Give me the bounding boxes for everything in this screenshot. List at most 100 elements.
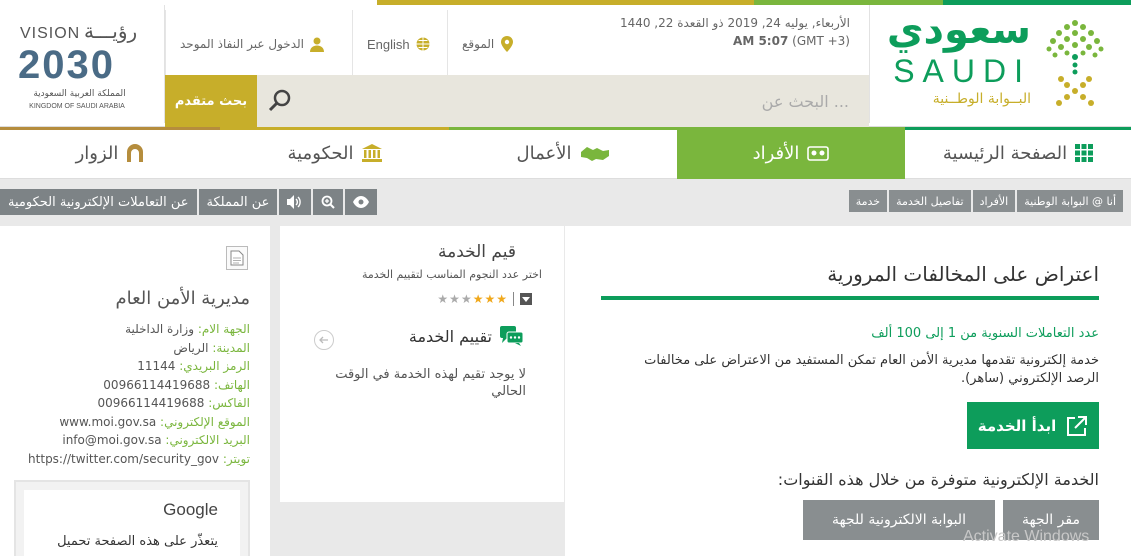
rating-panel: قيم الخدمة اختر عدد النجوم المناسب لتقيي…	[280, 226, 564, 502]
rating-subtitle: اختر عدد النجوم المناسب لتقييم الخدمة	[361, 268, 542, 281]
rating-heading: قيم الخدمة	[438, 242, 516, 262]
field-value: 00966114419688	[103, 377, 211, 392]
logo-latin: SAUDI	[893, 53, 1031, 89]
field-value: وزارة الداخلية	[125, 322, 194, 336]
agency-field: الهاتف: 00966114419688	[20, 376, 250, 395]
field-label: البريد الالكتروني:	[165, 433, 250, 447]
twitter-link[interactable]: https://twitter.com/security_gov	[28, 452, 219, 466]
saudi-portal-logo[interactable]: سعودي SAUDI البــوابة الوطــنية	[869, 5, 1131, 123]
language-link[interactable]: English	[352, 10, 444, 78]
advanced-search-button[interactable]: بحث متقدم	[165, 75, 257, 127]
government-building-icon	[361, 144, 382, 162]
time-text: AM 5:07 (GMT +3)	[560, 32, 850, 50]
vision-country-en: KINGDOM OF SAUDI ARABIA	[29, 103, 125, 110]
channels-heading: الخدمة الإلكترونية متوفرة من خلال هذه ال…	[777, 470, 1099, 489]
vision-2030-logo[interactable]: VISION رؤيـــة 2030 المملكة العربية السع…	[0, 5, 165, 123]
handshake-icon	[580, 147, 609, 161]
title-underline	[601, 296, 1099, 300]
rating-dropdown-button[interactable]	[520, 293, 532, 305]
caret-down-icon	[522, 296, 530, 302]
agency-field: الرمز البريدي: 11144	[20, 357, 250, 376]
star-filled-icon[interactable]: ★	[473, 292, 484, 306]
unified-login-link[interactable]: الدخول عبر النفاذ الموحد	[165, 10, 338, 78]
website-link[interactable]: www.moi.gov.sa	[59, 415, 156, 429]
globe-icon	[416, 37, 430, 51]
start-service-button[interactable]: ابدأ الخدمة	[967, 402, 1099, 449]
zoom-in-icon	[321, 195, 336, 209]
evaluation-header: تقييم الخدمة	[409, 326, 524, 346]
agency-field: الفاكس: 00966114419688	[20, 394, 251, 413]
breadcrumb-item[interactable]: الأفراد	[972, 190, 1016, 212]
search-bar: بحث متقدم	[165, 75, 869, 127]
rating-control: ★ ★ ★ ★ ★ ★	[437, 292, 532, 306]
read-aloud-button[interactable]	[279, 189, 312, 215]
field-label: تويتر:	[222, 451, 250, 466]
eye-icon	[353, 196, 370, 208]
vision-year: 2030	[18, 43, 115, 87]
logo-arabic: سعودي	[886, 7, 1031, 53]
zoom-in-button[interactable]	[313, 189, 344, 215]
service-title: اعتراض على المخالفات المرورية	[827, 262, 1099, 286]
agency-field: الجهة الام: وزارة الداخلية	[20, 320, 250, 339]
rating-separator	[513, 292, 514, 306]
agency-name: مديرية الأمن العام	[115, 288, 250, 309]
field-label: الرمز البريدي:	[179, 359, 250, 373]
annual-count: عدد التعاملات السنوية من 1 إلى 100 ألف	[871, 326, 1099, 341]
tab-home[interactable]: الصفحة الرئيسية	[905, 127, 1131, 179]
timezone-value: (GMT +3)	[792, 34, 850, 48]
agency-field: المدينة: الرياض	[20, 339, 250, 358]
location-label: الموقع	[462, 37, 495, 51]
star-filled-icon[interactable]: ★	[496, 292, 507, 306]
star-filled-icon[interactable]: ★	[484, 292, 495, 306]
arch-icon	[127, 144, 144, 162]
user-icon	[310, 37, 324, 52]
vision-arabic: رؤيـــة	[84, 19, 138, 43]
evaluation-heading: تقييم الخدمة	[408, 326, 492, 346]
gov-transactions-button[interactable]: عن التعاملات الإلكترونية الحكومية	[0, 189, 197, 215]
search-button[interactable]	[258, 75, 302, 127]
star-empty-icon[interactable]: ★	[461, 292, 472, 306]
about-kingdom-button[interactable]: عن المملكة	[198, 189, 278, 215]
email-link[interactable]: info@moi.gov.sa	[62, 433, 161, 447]
date-text: الأربعاء, يوليه 24, 2019 ذو القعدة 22, 1…	[619, 16, 850, 30]
breadcrumb-item[interactable]: تفاصيل الخدمة	[889, 190, 971, 212]
breadcrumb-item[interactable]: أنا @ البوابة الوطنية	[1017, 190, 1123, 212]
grid-icon	[1075, 144, 1094, 162]
location-link[interactable]: الموقع	[447, 10, 528, 78]
field-label: الهاتف:	[214, 377, 250, 392]
google-map-frame[interactable]: Google يتعذّر على هذه الصفحة تحميل	[14, 480, 250, 556]
map-pin-icon	[501, 36, 514, 52]
tab-individuals[interactable]: الأفراد	[677, 127, 905, 179]
tab-government[interactable]: الحكومية	[220, 127, 449, 179]
vision-latin: VISION	[20, 25, 81, 42]
field-value: 00966114419688	[97, 396, 205, 410]
time-value: AM 5:07	[733, 34, 789, 48]
search-input[interactable]	[259, 83, 859, 119]
windows-activation-watermark: Activate Windows	[963, 528, 1090, 545]
language-label: English	[367, 36, 410, 52]
individuals-icon	[807, 146, 830, 161]
breadcrumb: أنا @ البوابة الوطنية الأفراد تفاصيل الخ…	[848, 190, 1123, 212]
search-icon	[268, 89, 291, 112]
speaker-icon	[287, 195, 302, 209]
tab-visitors[interactable]: الزوار	[0, 127, 220, 179]
star-empty-icon[interactable]: ★	[449, 292, 460, 306]
print-button[interactable]	[226, 246, 248, 270]
breadcrumb-item[interactable]: خدمة	[848, 190, 888, 212]
agency-fields: الجهة الام: وزارة الداخلية المدينة: الري…	[20, 320, 250, 468]
login-label: الدخول عبر النفاذ الموحد	[180, 37, 304, 51]
tab-business-label: الأعمال	[516, 142, 572, 164]
tab-individuals-label: الأفراد	[752, 142, 800, 164]
tab-government-accent	[220, 127, 449, 130]
field-value: الرياض	[173, 340, 209, 355]
star-rating[interactable]: ★ ★ ★ ★ ★ ★	[437, 292, 507, 306]
field-label: المدينة:	[212, 340, 250, 355]
document-icon	[230, 250, 244, 266]
palm-icon	[1046, 20, 1104, 106]
star-empty-icon[interactable]: ★	[437, 292, 448, 306]
contrast-button[interactable]	[345, 189, 378, 215]
tab-business[interactable]: الأعمال	[449, 127, 677, 179]
service-description: خدمة إلكترونية تقدمها مديرية الأمن العام…	[644, 353, 1099, 386]
date-time-block: الأربعاء, يوليه 24, 2019 ذو القعدة 22, 1…	[560, 14, 850, 64]
back-arrow-button[interactable]	[314, 330, 334, 350]
